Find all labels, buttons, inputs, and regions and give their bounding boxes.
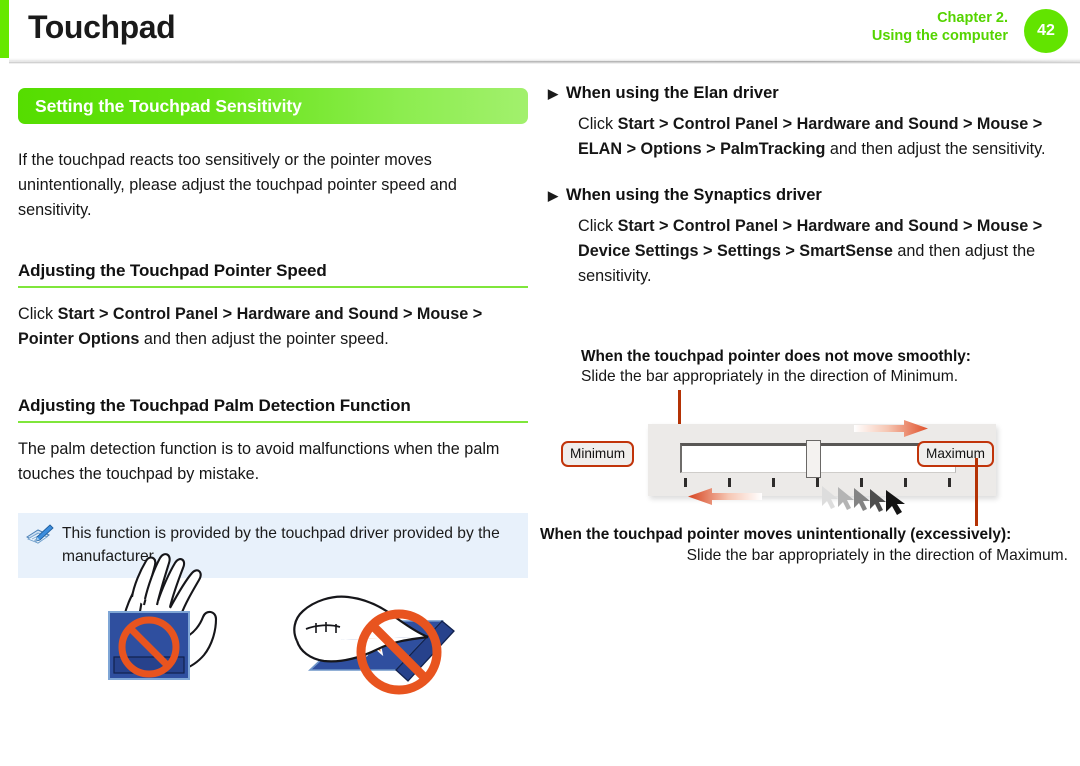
chapter-line-2: Using the computer [871,28,1008,44]
cursor-trail-icon [820,484,912,518]
label-minimum: Minimum [561,441,635,467]
intro-paragraph: If the touchpad reacts too sensitively o… [18,151,457,219]
plain-text: and then adjust the pointer speed. [139,330,389,348]
diagram-caption-bottom-bold: When the touchpad pointer moves unintent… [540,526,1012,543]
chapter-label: Chapter 2. Using the computer [872,9,1008,45]
section-header-title: Setting the Touchpad Sensitivity [35,95,302,116]
arrow-left-icon [688,488,762,505]
chapter-line-1: Chapter 2. [937,10,1008,26]
page-title: Touchpad [28,9,176,45]
heading-elan-label: When using the Elan driver [566,84,779,102]
heading-palm-detection: Adjusting the Touchpad Palm Detection Fu… [18,396,528,423]
plain-text: Click [578,217,618,235]
heading-synaptics-driver: ▶ When using the Synaptics driver [548,186,1066,205]
paragraph-elan: Click Start > Control Panel > Hardware a… [578,112,1066,162]
heading-pointer-speed: Adjusting the Touchpad Pointer Speed [18,261,528,288]
diagram-caption-top-bold: When the touchpad pointer does not move … [581,348,971,365]
illustration-hand-tapping [293,595,455,695]
section-elan-driver: ▶ When using the Elan driver Click Start… [548,84,1066,162]
heading-synaptics-label: When using the Synaptics driver [566,186,822,204]
leader-line-maximum [975,458,978,526]
page-header: Touchpad Chapter 2. Using the computer 4… [0,0,1080,64]
illustration-group [70,545,540,705]
illustration-palm-resting [108,553,218,680]
right-column: ▶ When using the Elan driver Click Start… [548,84,1066,289]
slider-thumb[interactable] [806,440,821,478]
diagram-caption-top-normal: Slide the bar appropriately in the direc… [581,368,959,385]
paragraph-palm-detection: The palm detection function is to avoid … [18,440,500,483]
section-header-bar: Setting the Touchpad Sensitivity [18,88,528,124]
paragraph-synaptics: Click Start > Control Panel > Hardware a… [578,214,1066,289]
diagram-caption-bottom-normal: Slide the bar appropriately in the direc… [686,547,1068,564]
triangle-bullet-icon: ▶ [548,188,558,203]
arrow-right-icon [854,420,928,437]
header-accent-bar [0,0,9,58]
plain-text: Click [18,305,58,323]
note-pencil-icon [18,522,62,550]
paragraph-pointer-speed: Click Start > Control Panel > Hardware a… [18,302,523,352]
plain-text: Click [578,115,618,133]
plain-text: and then adjust the sensitivity. [825,140,1046,158]
section-synaptics-driver: ▶ When using the Synaptics driver Click … [548,186,1066,289]
left-column: Setting the Touchpad Sensitivity If the … [18,88,532,578]
sensitivity-slider-diagram: When the touchpad pointer does not move … [540,348,1068,568]
heading-elan-driver: ▶ When using the Elan driver [548,84,1066,103]
triangle-bullet-icon: ▶ [548,86,558,101]
header-divider [9,58,1080,64]
page-number-badge: 42 [1024,9,1068,53]
label-maximum: Maximum [917,441,994,467]
